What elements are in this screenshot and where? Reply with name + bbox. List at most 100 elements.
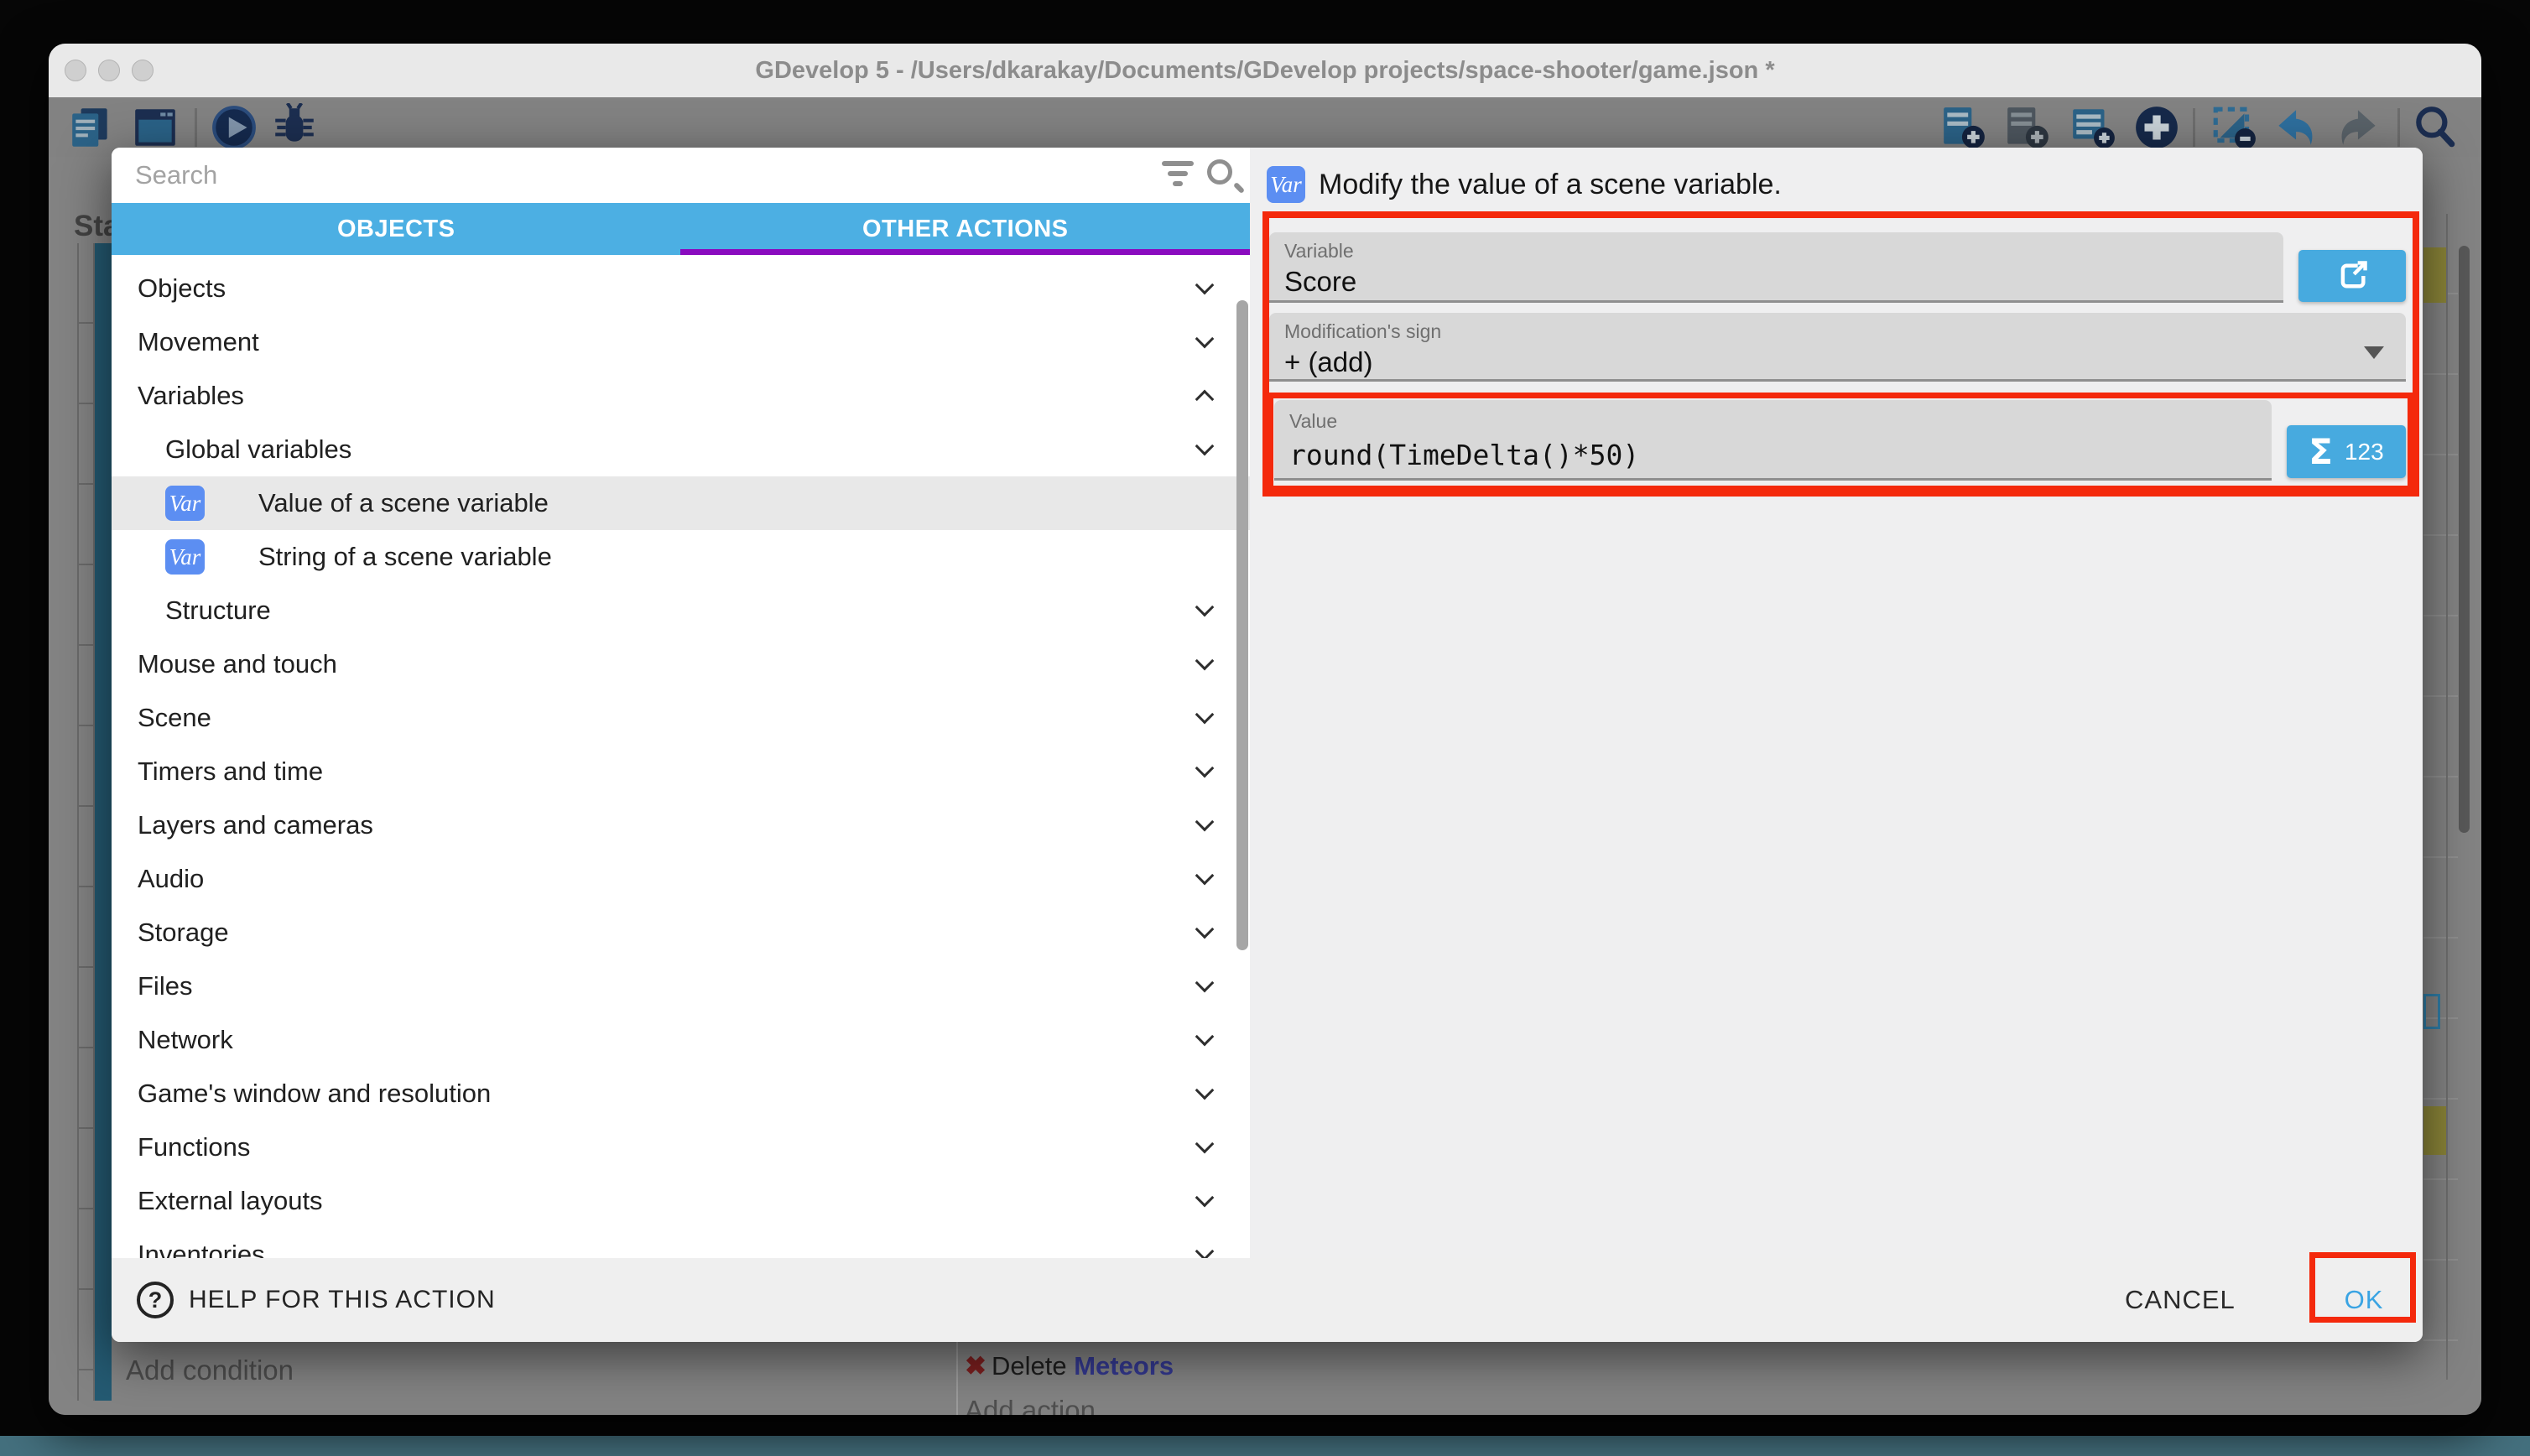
add-subevent-icon[interactable]	[2003, 103, 2052, 152]
chevron-down-icon	[1195, 598, 1215, 617]
tab-objects[interactable]: OBJECTS	[112, 203, 681, 255]
list-item-value-of-scene-variable[interactable]: VarValue of a scene variable	[112, 476, 1250, 530]
remove-event-icon[interactable]	[2210, 103, 2258, 152]
active-tab-indicator	[680, 249, 1250, 255]
variable-field-label: Variable	[1284, 240, 1354, 263]
open-in-new-icon	[2335, 259, 2369, 293]
list-item-mouse-and-touch[interactable]: Mouse and touch	[112, 637, 1250, 691]
toolbar-separator	[2397, 108, 2400, 147]
event-row-lines	[2423, 214, 2458, 1380]
tab-bar: OBJECTS OTHER ACTIONS	[112, 203, 1250, 255]
add-event-icon[interactable]	[1939, 103, 1988, 152]
event-column-line	[2446, 214, 2448, 1380]
open-variable-editor-button[interactable]	[2298, 250, 2406, 302]
selected-event-cell	[2423, 994, 2440, 1029]
instruction-category-list: Objects Movement Variables Global variab…	[112, 255, 1250, 1258]
search-input[interactable]	[135, 154, 1142, 196]
chevron-down-icon	[1195, 866, 1215, 886]
events-scrollbar-thumb[interactable]	[2459, 246, 2470, 833]
value-field-label: Value	[1289, 410, 1337, 433]
modification-sign-label: Modification's sign	[1284, 320, 1441, 343]
tab-other-actions[interactable]: OTHER ACTIONS	[681, 203, 1251, 255]
chevron-down-icon	[1195, 759, 1215, 778]
help-question-icon: ?	[137, 1282, 174, 1318]
instruction-editor-dialog: OBJECTS OTHER ACTIONS Objects Movement V…	[112, 148, 2423, 1342]
titlebar: GDevelop 5 - /Users/dkarakay/Documents/G…	[49, 44, 2481, 97]
variable-field[interactable]: Variable Score	[1269, 232, 2283, 303]
list-item-layers-and-cameras[interactable]: Layers and cameras	[112, 798, 1250, 852]
add-comment-icon[interactable]	[2069, 103, 2117, 152]
list-item-inventories[interactable]: Inventories	[112, 1228, 1250, 1258]
help-label: HELP FOR THIS ACTION	[189, 1286, 496, 1314]
instruction-list-panel: OBJECTS OTHER ACTIONS Objects Movement V…	[112, 148, 1250, 1258]
condition-action-divider	[956, 1339, 958, 1415]
help-for-this-action-button[interactable]: ? HELP FOR THIS ACTION	[137, 1258, 496, 1342]
cancel-button[interactable]: CANCEL	[2125, 1258, 2236, 1342]
delete-action-row: ✖Delete Meteors	[965, 1351, 1174, 1381]
chevron-down-icon	[1195, 813, 1215, 832]
instruction-header: Var Modify the value of a scene variable…	[1267, 166, 1782, 203]
value-field-value: round(TimeDelta()*50)	[1289, 439, 1639, 471]
window-title: GDevelop 5 - /Users/dkarakay/Documents/G…	[49, 44, 2481, 97]
filter-icon[interactable]	[1161, 161, 1195, 190]
event-margin-cells	[77, 243, 95, 1401]
list-scrollbar-thumb[interactable]	[1236, 300, 1248, 950]
add-action-button: Add action	[965, 1395, 1096, 1415]
list-item-variables[interactable]: Variables	[112, 369, 1250, 423]
debug-icon[interactable]	[270, 103, 319, 152]
value-field[interactable]: Value round(TimeDelta()*50)	[1274, 400, 2272, 481]
toolbar-separator	[195, 108, 197, 147]
list-item-scene[interactable]: Scene	[112, 691, 1250, 745]
list-item-global-variables[interactable]: Global variables	[112, 423, 1250, 476]
scene-editor-icon[interactable]	[131, 103, 180, 152]
list-item-storage[interactable]: Storage	[112, 906, 1250, 959]
play-icon[interactable]	[210, 103, 258, 152]
expression-123-label: 123	[2345, 439, 2384, 465]
list-item-movement[interactable]: Movement	[112, 315, 1250, 369]
chevron-down-icon	[1195, 1081, 1215, 1100]
instruction-title: Modify the value of a scene variable.	[1319, 169, 1782, 201]
dropdown-arrow-icon[interactable]	[2364, 346, 2384, 359]
modification-sign-field[interactable]: Modification's sign + (add)	[1269, 313, 2406, 382]
toolbar-separator	[2193, 108, 2195, 147]
list-item-string-of-scene-variable[interactable]: VarString of a scene variable	[112, 530, 1250, 584]
list-item-network[interactable]: Network	[112, 1013, 1250, 1067]
list-item-structure[interactable]: Structure	[112, 584, 1250, 637]
dialog-footer: ? HELP FOR THIS ACTION CANCEL OK	[112, 1258, 2423, 1342]
chevron-up-icon	[1195, 390, 1215, 409]
list-item-objects[interactable]: Objects	[112, 262, 1250, 315]
variable-field-value: Score	[1284, 266, 1356, 298]
ok-button[interactable]: OK	[2326, 1258, 2402, 1342]
add-new-icon[interactable]	[2132, 103, 2181, 152]
search-magnifier-icon[interactable]	[1207, 159, 1232, 185]
add-condition-button: Add condition	[126, 1355, 294, 1386]
screenshot-root: GDevelop 5 - /Users/dkarakay/Documents/G…	[0, 0, 2530, 1456]
redo-icon[interactable]	[2335, 103, 2384, 152]
instruction-config-panel: Var Modify the value of a scene variable…	[1250, 148, 2423, 1258]
list-item-files[interactable]: Files	[112, 959, 1250, 1013]
undo-icon[interactable]	[2270, 103, 2319, 152]
chevron-down-icon	[1195, 1188, 1215, 1208]
list-item-timers-and-time[interactable]: Timers and time	[112, 745, 1250, 798]
chevron-down-icon	[1195, 330, 1215, 349]
event-indent-bar	[95, 243, 112, 1401]
highlighted-event-cell	[2423, 1106, 2446, 1155]
var-icon: Var	[1267, 166, 1305, 203]
modification-sign-value: + (add)	[1284, 346, 1372, 378]
chevron-down-icon	[1195, 974, 1215, 993]
chevron-down-icon	[1195, 652, 1215, 671]
event-bottom-row: Add condition ✖Delete Meteors Add action	[49, 1339, 2481, 1415]
var-icon: Var	[165, 486, 205, 521]
chevron-down-icon	[1195, 920, 1215, 939]
list-item-audio[interactable]: Audio	[112, 852, 1250, 906]
chevron-down-icon	[1195, 1242, 1215, 1258]
desktop-strip	[0, 1436, 2530, 1456]
list-item-functions[interactable]: Functions	[112, 1121, 1250, 1174]
highlighted-event-cell	[2423, 247, 2446, 303]
list-item-external-layouts[interactable]: External layouts	[112, 1174, 1250, 1228]
list-item-games-window[interactable]: Game's window and resolution	[112, 1067, 1250, 1121]
project-manager-icon[interactable]	[67, 103, 116, 152]
search-icon[interactable]	[2411, 103, 2460, 152]
expression-builder-button[interactable]: Σ 123	[2287, 425, 2406, 478]
delete-x-icon: ✖	[965, 1351, 986, 1381]
